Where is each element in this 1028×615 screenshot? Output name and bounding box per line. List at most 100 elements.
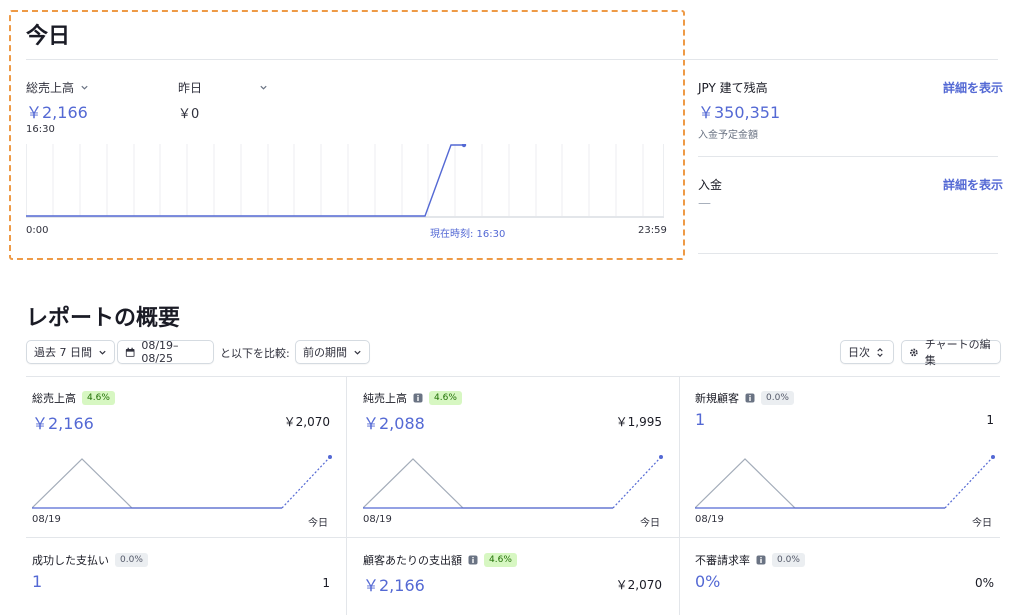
card-successful-payments-label: 成功した支払い 0.0% <box>32 552 148 568</box>
card-net-volume-value: ￥2,088 <box>363 414 425 433</box>
today-chart-axis <box>26 217 664 218</box>
balance-view-details-link[interactable]: 詳細を表示 <box>943 79 1003 96</box>
card-spend-per-customer-previous: ￥2,070 <box>615 578 662 592</box>
current-point <box>659 455 663 459</box>
card-label-text: 顧客あたりの支出額 <box>363 554 462 567</box>
card-axis-start: 08/19 <box>363 514 392 525</box>
compare-period-select[interactable]: 前の期間 <box>295 340 370 364</box>
edit-chart-button[interactable]: チャートの編集 <box>901 338 1001 367</box>
card-gross-volume-label: 総売上高 4.6% <box>32 390 115 406</box>
card-dispute-rate-label: 不審請求率 0.0% <box>695 552 805 568</box>
change-badge: 4.6% <box>82 391 115 405</box>
date-range-label: 08/19–08/25 <box>141 339 179 365</box>
gross-volume-selector[interactable]: 総売上高 <box>26 79 89 96</box>
card-label-text: 成功した支払い <box>32 554 109 567</box>
axis-end-label: 23:59 <box>638 225 667 236</box>
balance-divider <box>698 156 998 157</box>
compare-period-label: 前の期間 <box>303 346 347 359</box>
current-point <box>991 455 995 459</box>
card-net-volume-previous: ￥1,995 <box>615 415 662 429</box>
chevron-up-down-icon <box>877 347 883 357</box>
info-icon[interactable] <box>468 555 478 565</box>
card-gross-volume-value: ￥2,166 <box>32 414 94 433</box>
edit-chart-label: チャートの編集 <box>924 338 991 367</box>
yesterday-value: ￥0 <box>178 107 200 122</box>
balance-value: ￥350,351 <box>698 103 781 122</box>
change-badge: 0.0% <box>772 553 805 567</box>
card-new-customers-value: 1 <box>695 410 706 429</box>
previous-period-line <box>363 458 613 509</box>
card-axis-end: 今日 <box>308 518 328 529</box>
gross-volume-value: ￥2,166 <box>26 103 88 122</box>
card-label-text: 総売上高 <box>32 392 76 405</box>
gross-volume-label: 総売上高 <box>26 81 75 95</box>
chevron-down-icon <box>354 350 361 355</box>
axis-start-label: 0:00 <box>26 225 49 236</box>
today-title: 今日 <box>26 24 71 49</box>
interval-select[interactable]: 日次 <box>840 340 894 364</box>
change-badge: 4.6% <box>484 553 517 567</box>
card-spend-per-customer-label: 顧客あたりの支出額 4.6% <box>363 552 517 568</box>
card-net-volume-label: 純売上高 4.6% <box>363 390 462 406</box>
payouts-label: 入金 <box>698 178 723 192</box>
card-axis-end: 今日 <box>640 518 660 529</box>
card-axis-start: 08/19 <box>32 514 61 525</box>
payouts-divider <box>698 253 998 254</box>
date-range-preset-select[interactable]: 過去 7 日間 <box>26 340 115 364</box>
chevron-down-icon <box>81 85 88 90</box>
card-dispute-rate-value: 0% <box>695 572 721 591</box>
card-column-divider <box>679 377 680 615</box>
current-period-projection <box>281 456 331 509</box>
card-spend-per-customer-value: ￥2,166 <box>363 576 425 595</box>
today-divider <box>26 59 998 60</box>
current-period-projection <box>612 456 662 509</box>
card-net-volume-sparkline <box>363 455 663 509</box>
card-label-text: 純売上高 <box>363 392 407 405</box>
card-axis-end: 今日 <box>972 518 992 529</box>
card-new-customers-previous: 1 <box>986 413 994 427</box>
previous-period-line <box>32 458 282 509</box>
card-axis-start: 08/19 <box>695 514 724 525</box>
card-successful-payments-value: 1 <box>32 572 43 591</box>
date-range-picker[interactable]: 08/19–08/25 <box>117 339 214 365</box>
axis-now-label: 現在時刻: 16:30 <box>430 229 506 240</box>
today-highlight-frame <box>9 10 685 260</box>
previous-period-line <box>695 458 945 509</box>
payouts-value: — <box>698 196 711 211</box>
info-icon[interactable] <box>745 393 755 403</box>
payouts-view-details-link[interactable]: 詳細を表示 <box>943 176 1003 193</box>
today-chart-grid <box>26 144 664 216</box>
today-chart <box>26 144 664 217</box>
gear-icon <box>910 348 918 356</box>
yesterday-label: 昨日 <box>178 81 203 95</box>
card-dispute-rate-previous: 0% <box>974 576 994 590</box>
interval-label: 日次 <box>848 346 870 359</box>
card-label-text: 不審請求率 <box>695 554 750 567</box>
balance-sublabel: 入金予定金額 <box>698 130 758 141</box>
card-gross-volume-previous: ￥2,070 <box>283 415 330 429</box>
compare-day-selector[interactable]: 昨日 <box>178 79 268 96</box>
change-badge: 0.0% <box>115 553 148 567</box>
today-series-line <box>26 144 464 217</box>
chevron-down-icon <box>99 350 106 355</box>
card-column-divider <box>346 377 347 615</box>
date-range-preset-label: 過去 7 日間 <box>34 346 92 359</box>
balance-label: JPY 建て残高 <box>698 81 768 95</box>
card-successful-payments-previous: 1 <box>322 576 330 590</box>
current-period-projection <box>944 456 994 509</box>
report-divider <box>26 376 1000 377</box>
card-new-customers-sparkline <box>695 455 995 509</box>
card-gross-volume-sparkline <box>32 455 332 509</box>
info-icon[interactable] <box>413 393 423 403</box>
info-icon[interactable] <box>756 555 766 565</box>
card-label-text: 新規顧客 <box>695 392 739 405</box>
change-badge: 0.0% <box>761 391 794 405</box>
chevron-down-icon <box>260 85 267 90</box>
today-series-current-point <box>461 144 467 148</box>
chart-time-label: 16:30 <box>26 124 55 135</box>
compare-label: と以下を比較: <box>220 347 290 360</box>
card-new-customers-label: 新規顧客 0.0% <box>695 390 794 406</box>
change-badge: 4.6% <box>429 391 462 405</box>
current-point <box>328 455 332 459</box>
card-row-divider <box>26 537 1000 538</box>
